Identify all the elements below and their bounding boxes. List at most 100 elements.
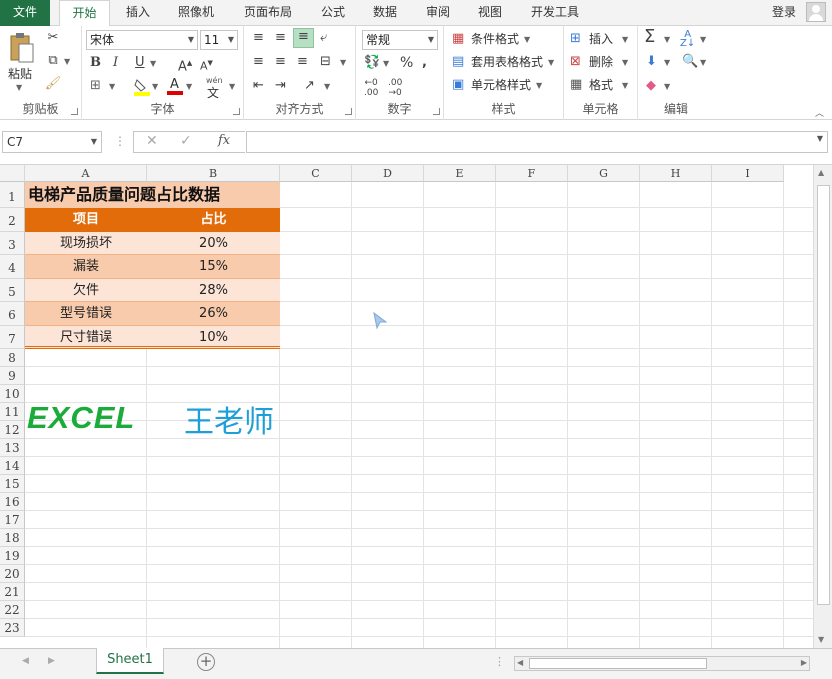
tab-camera[interactable]: 照像机	[168, 0, 224, 26]
middle-align-icon[interactable]: ≡	[275, 30, 286, 46]
conditional-dropdown-icon[interactable]: ▼	[524, 35, 530, 44]
clear-dropdown-icon[interactable]: ▼	[664, 82, 670, 91]
comma-style-icon[interactable]: ,	[422, 55, 427, 71]
item-cell[interactable]: 漏装	[25, 255, 147, 279]
find-select-icon[interactable]: 🔍	[682, 54, 698, 70]
font-color-icon[interactable]: A	[167, 77, 183, 95]
paste-button[interactable]: 粘贴	[8, 66, 32, 82]
scroll-right-icon[interactable]: ▶	[801, 658, 807, 667]
cell-styles-button[interactable]: 单元格样式	[471, 77, 531, 93]
header-item[interactable]: 项目	[25, 208, 147, 232]
vertical-scrollbar[interactable]: ▲ ▼	[813, 165, 832, 648]
row-header[interactable]: 21	[0, 583, 25, 601]
percent-cell[interactable]: 26%	[147, 302, 280, 326]
add-sheet-icon[interactable]: +	[197, 653, 215, 671]
horizontal-scroll-thumb[interactable]	[529, 658, 707, 669]
insert-dropdown-icon[interactable]: ▼	[622, 35, 628, 44]
percent-cell[interactable]: 20%	[147, 232, 280, 256]
italic-icon[interactable]: I	[113, 55, 118, 71]
row-header[interactable]: 18	[0, 529, 25, 547]
phonetic-dropdown-icon[interactable]: ▼	[229, 82, 235, 91]
top-align-icon[interactable]: ≡	[253, 30, 264, 46]
row-header[interactable]: 8	[0, 349, 25, 367]
column-header[interactable]: I	[712, 165, 784, 182]
tab-splitter-icon[interactable]: ⋮	[494, 655, 505, 668]
font-color-dropdown-icon[interactable]: ▼	[186, 82, 192, 91]
table-title[interactable]: 电梯产品质量问题占比数据	[25, 182, 280, 208]
orientation-dropdown-icon[interactable]: ▼	[324, 82, 330, 91]
align-right-icon[interactable]: ≡	[297, 54, 308, 70]
clipboard-launcher-icon[interactable]	[71, 108, 78, 115]
row-header[interactable]: 4	[0, 255, 25, 279]
formula-bar-splitter-icon[interactable]: ⋮	[114, 134, 126, 148]
next-sheet-icon[interactable]: ▶	[48, 656, 55, 666]
cancel-icon[interactable]: ✕	[146, 133, 158, 149]
percent-cell[interactable]: 28%	[147, 279, 280, 303]
row-header[interactable]: 3	[0, 231, 25, 255]
row-header[interactable]: 9	[0, 367, 25, 385]
autosum-dropdown-icon[interactable]: ▼	[664, 35, 670, 44]
format-dropdown-icon[interactable]: ▼	[622, 81, 628, 90]
row-header[interactable]: 10	[0, 385, 25, 403]
percent-style-icon[interactable]: %	[400, 55, 413, 71]
decrease-decimal-icon[interactable]: .00 →0	[388, 78, 402, 98]
sheet-tab-sheet1[interactable]: Sheet1	[96, 648, 164, 674]
name-box[interactable]: C7 ▼	[2, 131, 102, 153]
number-format-select[interactable]: 常规 ▼	[362, 30, 438, 50]
cell-styles-dropdown-icon[interactable]: ▼	[536, 81, 542, 90]
column-header[interactable]: D	[352, 165, 424, 182]
orientation-icon[interactable]: ↗	[304, 78, 315, 94]
scroll-down-icon[interactable]: ▼	[818, 635, 824, 644]
row-header[interactable]: 5	[0, 278, 25, 302]
column-header[interactable]: C	[280, 165, 352, 182]
enter-icon[interactable]: ✓	[180, 133, 192, 149]
scroll-up-icon[interactable]: ▲	[818, 168, 824, 177]
prev-sheet-icon[interactable]: ◀	[22, 656, 29, 666]
tab-data[interactable]: 数据	[363, 0, 407, 26]
tab-formulas[interactable]: 公式	[311, 0, 355, 26]
percent-cell[interactable]: 15%	[147, 255, 280, 279]
accounting-format-icon[interactable]: 💱	[364, 55, 380, 71]
row-header[interactable]: 1	[0, 182, 25, 208]
underline-dropdown-icon[interactable]: ▼	[150, 59, 156, 68]
sort-dropdown-icon[interactable]: ▼	[700, 35, 706, 44]
row-header[interactable]: 2	[0, 208, 25, 232]
fill-dropdown-icon[interactable]: ▼	[664, 58, 670, 67]
select-all-corner[interactable]	[0, 165, 25, 182]
row-header[interactable]: 6	[0, 302, 25, 326]
login-link[interactable]: 登录	[772, 0, 796, 24]
clear-icon[interactable]: ◆	[646, 78, 656, 94]
fill-color-dropdown-icon[interactable]: ▼	[152, 82, 158, 91]
increase-font-icon[interactable]: A▲	[178, 55, 192, 75]
align-center-icon[interactable]: ≡	[275, 54, 286, 70]
font-size-select[interactable]: 11 ▼	[200, 30, 238, 50]
row-header[interactable]: 19	[0, 547, 25, 565]
decrease-font-icon[interactable]: A▼	[200, 55, 213, 75]
fill-icon[interactable]: ⬇	[646, 54, 657, 70]
phonetic-icon[interactable]: wén 文	[204, 76, 228, 100]
column-header[interactable]: B	[147, 165, 280, 182]
item-cell[interactable]: 型号错误	[25, 302, 147, 326]
row-header[interactable]: 15	[0, 475, 25, 493]
row-header[interactable]: 20	[0, 565, 25, 583]
row-header[interactable]: 16	[0, 493, 25, 511]
row-header[interactable]: 12	[0, 421, 25, 439]
user-avatar-icon[interactable]	[806, 2, 826, 22]
vertical-scroll-thumb[interactable]	[817, 185, 830, 605]
wrap-text-icon[interactable]: ⤶	[320, 30, 327, 46]
table-dropdown-icon[interactable]: ▼	[548, 58, 554, 67]
alignment-launcher-icon[interactable]	[345, 108, 352, 115]
align-left-icon[interactable]: ≡	[253, 54, 264, 70]
tab-view[interactable]: 视图	[468, 0, 512, 26]
copy-icon[interactable]: ⧉	[44, 53, 62, 69]
borders-icon[interactable]: ⊞	[90, 78, 101, 94]
merge-dropdown-icon[interactable]: ▼	[340, 58, 346, 67]
increase-indent-icon[interactable]: ⇥	[275, 78, 286, 94]
tab-review[interactable]: 审阅	[416, 0, 460, 26]
column-header[interactable]: E	[424, 165, 496, 182]
tab-developer[interactable]: 开发工具	[522, 0, 588, 26]
tab-insert[interactable]: 插入	[116, 0, 160, 26]
column-header[interactable]: A	[25, 165, 147, 182]
cut-icon[interactable]: ✂	[44, 30, 62, 46]
row-header[interactable]: 22	[0, 601, 25, 619]
